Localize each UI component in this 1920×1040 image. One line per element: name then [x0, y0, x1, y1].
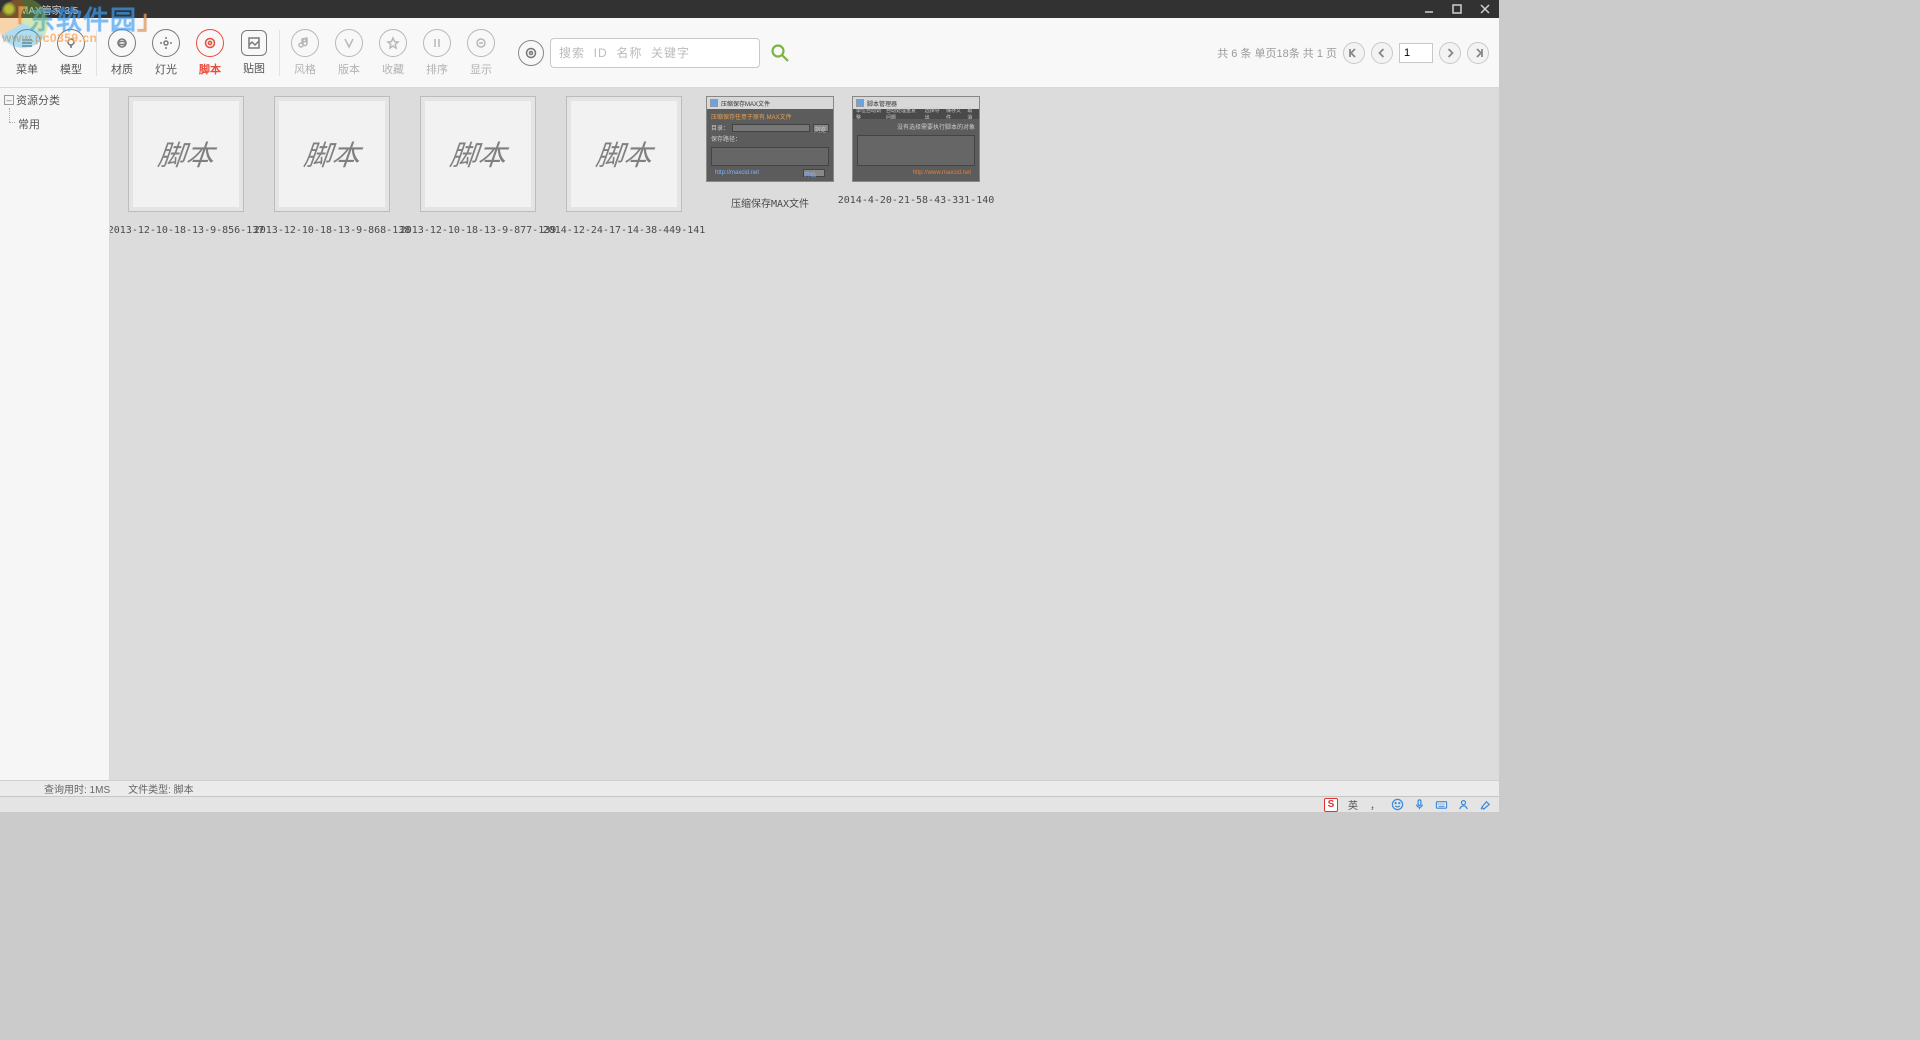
- asset-card[interactable]: 脚本管理器单位自动调整自动处理重复问题选择导出保存文件取消没有选择需要执行脚本的…: [852, 96, 980, 236]
- light-icon: [152, 29, 180, 57]
- ime-keyboard-icon[interactable]: [1433, 798, 1449, 812]
- light-button[interactable]: 灯光: [145, 23, 187, 83]
- script-thumb-text: 脚本: [302, 134, 362, 174]
- display-button[interactable]: 显示: [460, 23, 502, 83]
- sidebar: – 资源分类 常用: [0, 88, 110, 780]
- titlebar: MAX管家 3.5: [0, 0, 1499, 18]
- asset-card[interactable]: 脚本2014-12-24-17-14-38-449-141: [560, 96, 688, 236]
- menu-button[interactable]: 菜单: [6, 23, 48, 83]
- menu-label: 菜单: [16, 61, 38, 77]
- sphere-icon: [108, 29, 136, 57]
- maximize-button[interactable]: [1443, 0, 1471, 18]
- status-file-type: 文件类型: 脚本: [128, 781, 194, 796]
- pager-summary: 共 6 条 单页18条 共 1 页: [1217, 45, 1337, 61]
- collapse-icon: –: [4, 95, 14, 105]
- prev-page-button[interactable]: [1371, 42, 1393, 64]
- asset-caption: 2014-12-24-17-14-38-449-141: [543, 225, 706, 236]
- ime-mic-icon[interactable]: [1411, 798, 1427, 812]
- status-bar: 查询用时: 1MS 文件类型: 脚本: [0, 780, 1499, 796]
- asset-caption: 2013-12-10-18-13-9-877-139: [400, 225, 557, 236]
- next-page-button[interactable]: [1439, 42, 1461, 64]
- ime-lang-button[interactable]: 英: [1345, 798, 1361, 812]
- asset-card[interactable]: 脚本2013-12-10-18-13-9-856-137: [122, 96, 250, 236]
- ime-user-icon[interactable]: [1455, 798, 1471, 812]
- dialog-thumb: 脚本管理器单位自动调整自动处理重复问题选择导出保存文件取消没有选择需要执行脚本的…: [852, 96, 980, 182]
- content-area: 脚本2013-12-10-18-13-9-856-137脚本2013-12-10…: [110, 88, 1499, 780]
- v-icon: [335, 29, 363, 57]
- last-page-button[interactable]: [1467, 42, 1489, 64]
- first-page-button[interactable]: [1343, 42, 1365, 64]
- script-thumb: 脚本: [420, 96, 536, 212]
- sort-icon: [423, 29, 451, 57]
- asset-caption: 压缩保存MAX文件: [731, 195, 809, 210]
- target-icon: [196, 29, 224, 57]
- pager: 共 6 条 单页18条 共 1 页: [1217, 18, 1489, 88]
- image-icon: [241, 30, 267, 56]
- version-button[interactable]: 版本: [328, 23, 370, 83]
- note-icon: [291, 29, 319, 57]
- asset-caption: 2013-12-10-18-13-9-868-138: [254, 225, 411, 236]
- favorite-button[interactable]: 收藏: [372, 23, 414, 83]
- search-scope-button[interactable]: [518, 40, 544, 66]
- status-query-time: 查询用时: 1MS: [44, 781, 110, 796]
- tree-root[interactable]: – 资源分类: [0, 88, 109, 112]
- display-icon: [467, 29, 495, 57]
- search-button[interactable]: [766, 39, 794, 67]
- script-thumb-text: 脚本: [594, 134, 654, 174]
- model-button[interactable]: 模型: [50, 23, 92, 83]
- script-thumb-text: 脚本: [448, 134, 508, 174]
- dialog-thumb: 压缩保存MAX文件压缩保存任意于原有.MAX文件目录：浏览保存路径：http:/…: [706, 96, 834, 182]
- close-button[interactable]: [1471, 0, 1499, 18]
- asset-caption: 2013-12-10-18-13-9-856-137: [110, 225, 264, 236]
- asset-card[interactable]: 压缩保存MAX文件压缩保存任意于原有.MAX文件目录：浏览保存路径：http:/…: [706, 96, 834, 236]
- asset-card[interactable]: 脚本2013-12-10-18-13-9-868-138: [268, 96, 396, 236]
- page-input[interactable]: [1399, 43, 1433, 63]
- ime-emoji-icon[interactable]: [1389, 798, 1405, 812]
- script-button[interactable]: 脚本: [189, 23, 231, 83]
- asset-caption: 2014-4-20-21-58-43-331-140: [838, 195, 995, 206]
- ime-punct-button[interactable]: ，: [1367, 798, 1383, 812]
- window-title: MAX管家 3.5: [20, 2, 78, 17]
- asset-card[interactable]: 脚本2013-12-10-18-13-9-877-139: [414, 96, 542, 236]
- tree-child-label: 常用: [18, 116, 40, 132]
- sort-button[interactable]: 排序: [416, 23, 458, 83]
- style-button[interactable]: 风格: [284, 23, 326, 83]
- script-thumb: 脚本: [274, 96, 390, 212]
- search-icon: [770, 43, 790, 63]
- material-button[interactable]: 材质: [101, 23, 143, 83]
- bulb-icon: [57, 29, 85, 57]
- star-icon: [379, 29, 407, 57]
- script-thumb: 脚本: [128, 96, 244, 212]
- ime-sogou-icon[interactable]: S: [1323, 798, 1339, 812]
- script-thumb: 脚本: [566, 96, 682, 212]
- script-thumb-text: 脚本: [156, 134, 216, 174]
- ime-settings-icon[interactable]: [1477, 798, 1493, 812]
- search-input[interactable]: [550, 38, 760, 68]
- app-logo-icon: [2, 2, 16, 16]
- texture-button[interactable]: 贴图: [233, 23, 275, 83]
- menu-icon: [13, 29, 41, 57]
- minimize-button[interactable]: [1415, 0, 1443, 18]
- tree-child-common[interactable]: 常用: [0, 112, 109, 136]
- tree-root-label: 资源分类: [16, 92, 60, 108]
- system-tray: S 英 ，: [0, 796, 1499, 812]
- main-toolbar: 菜单 模型 材质 灯光 脚本 贴图 风格 版本 收藏 排序 显示: [0, 18, 1499, 88]
